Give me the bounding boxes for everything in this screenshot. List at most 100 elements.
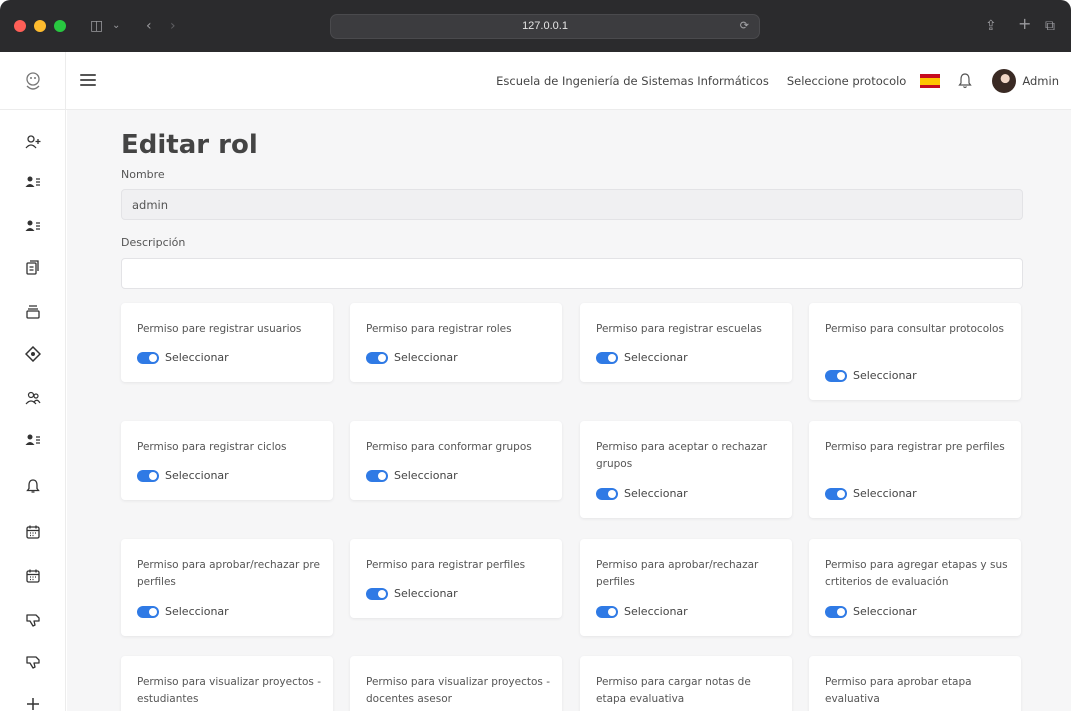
permission-card: Permiso pare registrar usuarios Seleccio… — [121, 303, 333, 382]
permission-label: Permiso para aprobar etapa evaluativa — [825, 676, 972, 705]
new-tab-icon[interactable]: + — [1018, 16, 1031, 32]
user-list-icon[interactable] — [23, 430, 43, 450]
user-list-icon[interactable] — [23, 216, 43, 236]
toggle-switch[interactable] — [366, 587, 388, 600]
toggle-label: Seleccionar — [394, 587, 458, 600]
toggle-switch[interactable] — [596, 487, 618, 500]
permission-card: Permiso para registrar pre perfiles Sele… — [809, 421, 1021, 518]
toggle-label: Seleccionar — [853, 487, 917, 500]
sidebar-toggle-icon[interactable]: ◫ — [90, 18, 103, 34]
protocol-selector[interactable]: Seleccione protocolo — [787, 74, 907, 88]
toggle-switch[interactable] — [137, 469, 159, 482]
thumb-down-icon[interactable] — [23, 610, 43, 630]
toggle-label: Seleccionar — [394, 351, 458, 364]
toggle-label: Seleccionar — [853, 369, 917, 382]
permission-label: Permiso para cargar notas de etapa evalu… — [596, 676, 751, 705]
permission-toggle[interactable]: Seleccionar — [825, 605, 917, 618]
toggle-switch[interactable] — [137, 351, 159, 364]
toggle-switch[interactable] — [825, 605, 847, 618]
toggle-switch[interactable] — [825, 369, 847, 382]
toggle-switch[interactable] — [366, 469, 388, 482]
calendar-icon[interactable] — [23, 522, 43, 542]
permission-label: Permiso para aceptar o rechazar grupos — [596, 441, 768, 470]
permission-toggle[interactable]: Seleccionar — [366, 351, 458, 364]
permission-toggle[interactable]: Seleccionar — [137, 469, 229, 482]
share-icon[interactable]: ⇪ — [985, 18, 997, 34]
plus-icon[interactable] — [23, 694, 43, 711]
permission-label: Permiso para registrar ciclos — [137, 441, 287, 453]
app-logo[interactable] — [0, 52, 66, 110]
calendar-icon[interactable] — [23, 566, 43, 586]
reload-icon[interactable]: ⟳ — [740, 19, 749, 32]
notification-bell-icon[interactable] — [958, 73, 973, 89]
toggle-label: Seleccionar — [624, 351, 688, 364]
permission-toggle[interactable]: Seleccionar — [137, 351, 229, 364]
permission-card: Permiso para visualizar proyectos - doce… — [350, 656, 562, 711]
permission-card: Permiso para aprobar/rechazar perfiles S… — [580, 539, 792, 636]
permission-label: Permiso para registrar perfiles — [366, 559, 526, 571]
toggle-switch[interactable] — [825, 487, 847, 500]
toggle-switch[interactable] — [137, 605, 159, 618]
url-text: 127.0.0.1 — [522, 20, 568, 32]
page-title: Editar rol — [121, 130, 258, 160]
permission-label: Permiso para conformar grupos — [366, 441, 532, 453]
permission-label: Permiso pare registrar usuarios — [137, 323, 302, 335]
toggle-switch[interactable] — [366, 351, 388, 364]
permission-label: Permiso para visualizar proyectos - doce… — [366, 676, 551, 705]
app-header: Escuela de Ingeniería de Sistemas Inform… — [0, 52, 1071, 110]
toggle-label: Seleccionar — [165, 351, 229, 364]
permission-card: Permiso para registrar escuelas Seleccio… — [580, 303, 792, 382]
address-bar[interactable]: 127.0.0.1 ⟳ — [330, 14, 760, 39]
document-icon[interactable] — [23, 258, 43, 278]
toggle-label: Seleccionar — [853, 605, 917, 618]
permission-label: Permiso para aprobar/rechazar pre perfil… — [137, 559, 320, 588]
user-list-icon[interactable] — [23, 172, 43, 192]
permission-label: Permiso para visualizar proyectos - estu… — [137, 676, 322, 705]
permission-label: Permiso para agregar etapas y sus crtite… — [825, 559, 1008, 588]
toggle-switch[interactable] — [596, 351, 618, 364]
user-name[interactable]: Admin — [1022, 74, 1059, 88]
permission-card: Permiso para conformar grupos Selecciona… — [350, 421, 562, 500]
permission-toggle[interactable]: Seleccionar — [596, 487, 688, 500]
box-icon[interactable] — [23, 302, 43, 322]
maximize-window-button[interactable] — [54, 20, 66, 32]
permission-toggle[interactable]: Seleccionar — [825, 369, 917, 382]
permission-card: Permiso para consultar protocolos Selecc… — [809, 303, 1021, 400]
toggle-switch[interactable] — [596, 605, 618, 618]
minimize-window-button[interactable] — [34, 20, 46, 32]
permission-card: Permiso para aceptar o rechazar grupos S… — [580, 421, 792, 518]
description-input[interactable] — [121, 258, 1023, 289]
spain-flag-icon[interactable] — [920, 74, 941, 88]
diamond-icon[interactable] — [23, 344, 43, 364]
permission-label: Permiso para registrar roles — [366, 323, 512, 335]
bell-icon[interactable] — [23, 476, 43, 496]
users-icon[interactable] — [23, 388, 43, 408]
permission-toggle[interactable]: Seleccionar — [366, 469, 458, 482]
permission-toggle[interactable]: Seleccionar — [825, 487, 917, 500]
avatar[interactable] — [992, 69, 1017, 93]
name-label: Nombre — [121, 168, 165, 181]
tabs-overview-icon[interactable]: ⧉ — [1045, 18, 1055, 34]
thumb-down-icon[interactable] — [23, 652, 43, 672]
permission-toggle[interactable]: Seleccionar — [137, 605, 229, 618]
main-content: Editar rol Nombre admin Descripción Perm… — [67, 110, 1071, 711]
permission-label: Permiso para aprobar/rechazar perfiles — [596, 559, 759, 588]
permission-card: Permiso para agregar etapas y sus crtite… — [809, 539, 1021, 636]
hamburger-menu-icon[interactable] — [80, 71, 96, 89]
chevron-down-icon[interactable]: ⌄ — [112, 18, 120, 34]
permission-toggle[interactable]: Seleccionar — [596, 605, 688, 618]
browser-chrome: ◫ ⌄ ‹ › 127.0.0.1 ⟳ ⇪ + ⧉ — [0, 0, 1071, 52]
school-name: Escuela de Ingeniería de Sistemas Inform… — [496, 74, 769, 88]
permission-card: Permiso para aprobar/rechazar pre perfil… — [121, 539, 333, 636]
close-window-button[interactable] — [14, 20, 26, 32]
permission-card: Permiso para registrar ciclos Selecciona… — [121, 421, 333, 500]
permission-toggle[interactable]: Seleccionar — [366, 587, 458, 600]
permission-toggle[interactable]: Seleccionar — [596, 351, 688, 364]
name-input[interactable]: admin — [121, 189, 1023, 220]
forward-icon[interactable]: › — [170, 18, 176, 34]
permission-label: Permiso para consultar protocolos — [825, 323, 1004, 335]
toggle-label: Seleccionar — [165, 469, 229, 482]
add-user-icon[interactable] — [23, 132, 43, 152]
toggle-label: Seleccionar — [624, 487, 688, 500]
back-icon[interactable]: ‹ — [146, 18, 152, 34]
